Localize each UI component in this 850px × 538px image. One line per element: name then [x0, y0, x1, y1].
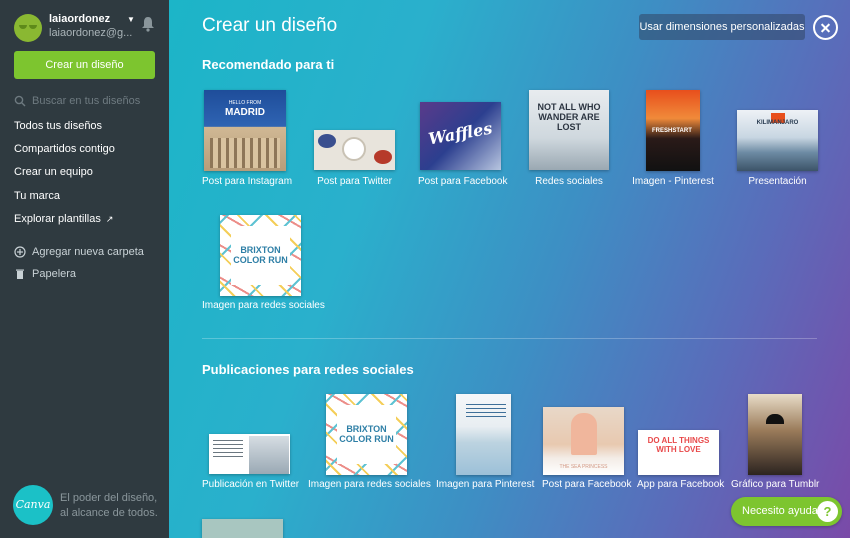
- thumbnail: [209, 434, 290, 474]
- thumbnail: [456, 394, 511, 475]
- template-presentation[interactable]: KILIMANJARO Presentación: [735, 89, 825, 189]
- thumb-title: BRIXTON COLOR RUN: [339, 424, 394, 444]
- search-placeholder: Buscar en tus diseños: [32, 95, 141, 107]
- help-button[interactable]: Necesito ayuda ?: [731, 497, 842, 526]
- bell-icon[interactable]: [141, 16, 155, 32]
- template-social-image-2[interactable]: BRIXTON COLOR RUN Imagen para redes soci…: [308, 393, 431, 493]
- help-label: Necesito ayuda: [742, 505, 818, 517]
- add-folder-button[interactable]: Agregar nueva carpeta: [14, 246, 164, 260]
- thumb-title: KILIMANJARO: [756, 120, 799, 126]
- thumb-panel: BRIXTON COLOR RUN: [337, 405, 396, 464]
- template-social-image[interactable]: BRIXTON COLOR RUN Imagen para redes soci…: [202, 214, 325, 314]
- template-twitter-post[interactable]: Post para Twitter: [312, 89, 402, 189]
- trash-item[interactable]: Papelera: [14, 268, 164, 282]
- sidebar-item-brand[interactable]: Tu marca: [14, 190, 60, 202]
- template-facebook-post-2[interactable]: THE SEA PRINCESS Post para Facebook: [542, 393, 632, 493]
- sidebar-item-create-team[interactable]: Crear un equipo: [14, 166, 93, 178]
- tile-label: Publicación en Twitter: [202, 479, 300, 490]
- thumb-caption: THE SEA PRINCESS: [559, 464, 608, 470]
- tile-label: Redes sociales: [535, 176, 603, 187]
- template-facebook-app[interactable]: DO ALL THINGS WITH LOVE App para Faceboo…: [637, 393, 727, 493]
- search-input[interactable]: Buscar en tus diseños: [14, 94, 159, 110]
- trash-icon: [16, 269, 24, 279]
- page-title: Crear un diseño: [202, 15, 338, 36]
- thumb-text-lines: [213, 440, 243, 460]
- sidebar-item-label: Explorar plantillas: [14, 213, 101, 225]
- thumb-caption: HELLO FROM: [228, 100, 262, 106]
- trash-label: Papelera: [32, 268, 77, 280]
- tile-label: Imagen para redes sociales: [202, 300, 325, 311]
- question-icon: ?: [817, 501, 838, 522]
- plus-circle-icon: [14, 246, 26, 258]
- thumbnail: FRESHSTART: [646, 90, 700, 171]
- create-design-button[interactable]: Crear un diseño: [14, 51, 155, 79]
- canva-logo: Canva: [13, 485, 53, 525]
- thumbnail: BRIXTON COLOR RUN: [220, 215, 301, 296]
- user-email: laiaordonez@g...: [49, 27, 133, 39]
- sidebar: laiaordonez ▼ laiaordonez@g... Crear un …: [0, 0, 169, 538]
- template-social-media[interactable]: NOT ALL WHO WANDER ARE LOST Redes social…: [527, 89, 617, 189]
- tile-label: App para Facebook: [637, 479, 725, 490]
- thumb-title: MADRID: [225, 107, 265, 118]
- thumb-text-lines: [466, 404, 506, 418]
- thumb-graphic: [374, 150, 392, 164]
- thumb-title: Waffles: [426, 118, 494, 149]
- thumbnail: THE SEA PRINCESS: [543, 407, 624, 475]
- add-folder-label: Agregar nueva carpeta: [32, 246, 144, 258]
- tile-label: Gráfico para Tumblr: [731, 479, 820, 490]
- search-icon: [14, 95, 26, 107]
- tagline: El poder del diseño, al alcance de todos…: [60, 492, 158, 519]
- external-link-icon: ↗: [105, 214, 114, 224]
- tile-label: Post para Twitter: [317, 176, 392, 187]
- avatar[interactable]: [14, 14, 42, 42]
- template-tumblr-graphic[interactable]: Gráfico para Tumblr: [731, 393, 821, 493]
- user-name: laiaordonez: [49, 13, 111, 25]
- thumb-graphic: [342, 137, 366, 161]
- tile-label: Imagen para Pinterest: [436, 479, 535, 490]
- section-title-social: Publicaciones para redes sociales: [202, 362, 414, 377]
- thumb-title: DO ALL THINGS WITH LOVE: [647, 436, 710, 454]
- thumbnail: Waffles: [420, 102, 501, 170]
- tile-label: Post para Facebook: [542, 479, 632, 490]
- tile-label: Post para Instagram: [202, 176, 293, 187]
- thumb-title: NOT ALL WHO WANDER ARE LOST: [537, 102, 601, 132]
- thumbnail: NOT ALL WHO WANDER ARE LOST: [529, 90, 609, 170]
- tile-label: Imagen para redes sociales: [308, 479, 431, 490]
- thumbnail: HELLO FROM MADRID: [204, 90, 286, 171]
- template-facebook-post[interactable]: Waffles Post para Facebook: [418, 89, 508, 189]
- section-title-recommended: Recomendado para ti: [202, 57, 335, 72]
- main-panel: Crear un diseño Usar dimensiones persona…: [169, 0, 850, 538]
- tile-label: Imagen - Pinterest: [632, 176, 714, 187]
- sidebar-item-all-designs[interactable]: Todos tus diseños: [14, 120, 102, 132]
- sidebar-item-templates[interactable]: Explorar plantillas ↗: [14, 213, 113, 225]
- custom-dimensions-button[interactable]: Usar dimensiones personalizadas: [639, 14, 805, 40]
- template-thumbnail-next-row[interactable]: [202, 519, 283, 538]
- thumb-title: BRIXTON COLOR RUN: [233, 245, 288, 265]
- thumbnail: [314, 130, 395, 170]
- template-twitter-publication[interactable]: Publicación en Twitter: [202, 393, 300, 493]
- thumb-title: FRESHSTART: [652, 128, 692, 134]
- tile-label: Presentación: [748, 176, 807, 187]
- sidebar-item-shared[interactable]: Compartidos contigo: [14, 143, 115, 155]
- thumb-photo: [249, 436, 289, 474]
- thumbnail: KILIMANJARO: [737, 110, 818, 171]
- template-pinterest-image[interactable]: FRESHSTART Imagen - Pinterest: [632, 89, 722, 189]
- thumb-photo: [571, 413, 597, 455]
- section-divider: [202, 338, 817, 339]
- tile-label: Post para Facebook: [418, 176, 508, 187]
- chevron-down-icon[interactable]: ▼: [127, 15, 135, 24]
- thumb-graphic: [766, 414, 784, 424]
- building-image: [210, 138, 280, 168]
- thumbnail: DO ALL THINGS WITH LOVE: [638, 430, 719, 475]
- template-instagram-post[interactable]: HELLO FROM MADRID Post para Instagram: [202, 89, 292, 189]
- thumbnail: BRIXTON COLOR RUN: [326, 394, 407, 475]
- template-pinterest-image-2[interactable]: Imagen para Pinterest: [436, 393, 536, 493]
- close-button[interactable]: [813, 15, 838, 40]
- thumbnail: [748, 394, 802, 475]
- thumb-panel: BRIXTON COLOR RUN: [231, 226, 290, 285]
- thumb-graphic: [318, 134, 336, 148]
